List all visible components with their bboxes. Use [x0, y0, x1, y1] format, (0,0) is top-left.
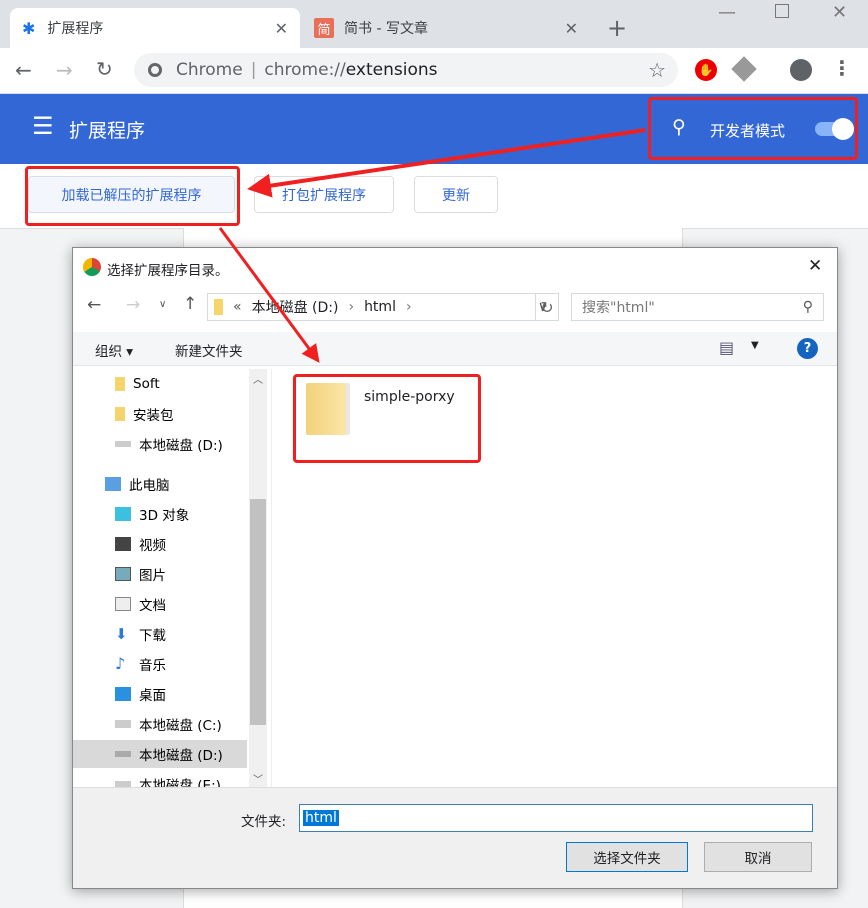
annotation-arrow	[247, 128, 646, 198]
annotation-arrow	[218, 227, 320, 363]
annotation-arrows	[218, 128, 646, 363]
